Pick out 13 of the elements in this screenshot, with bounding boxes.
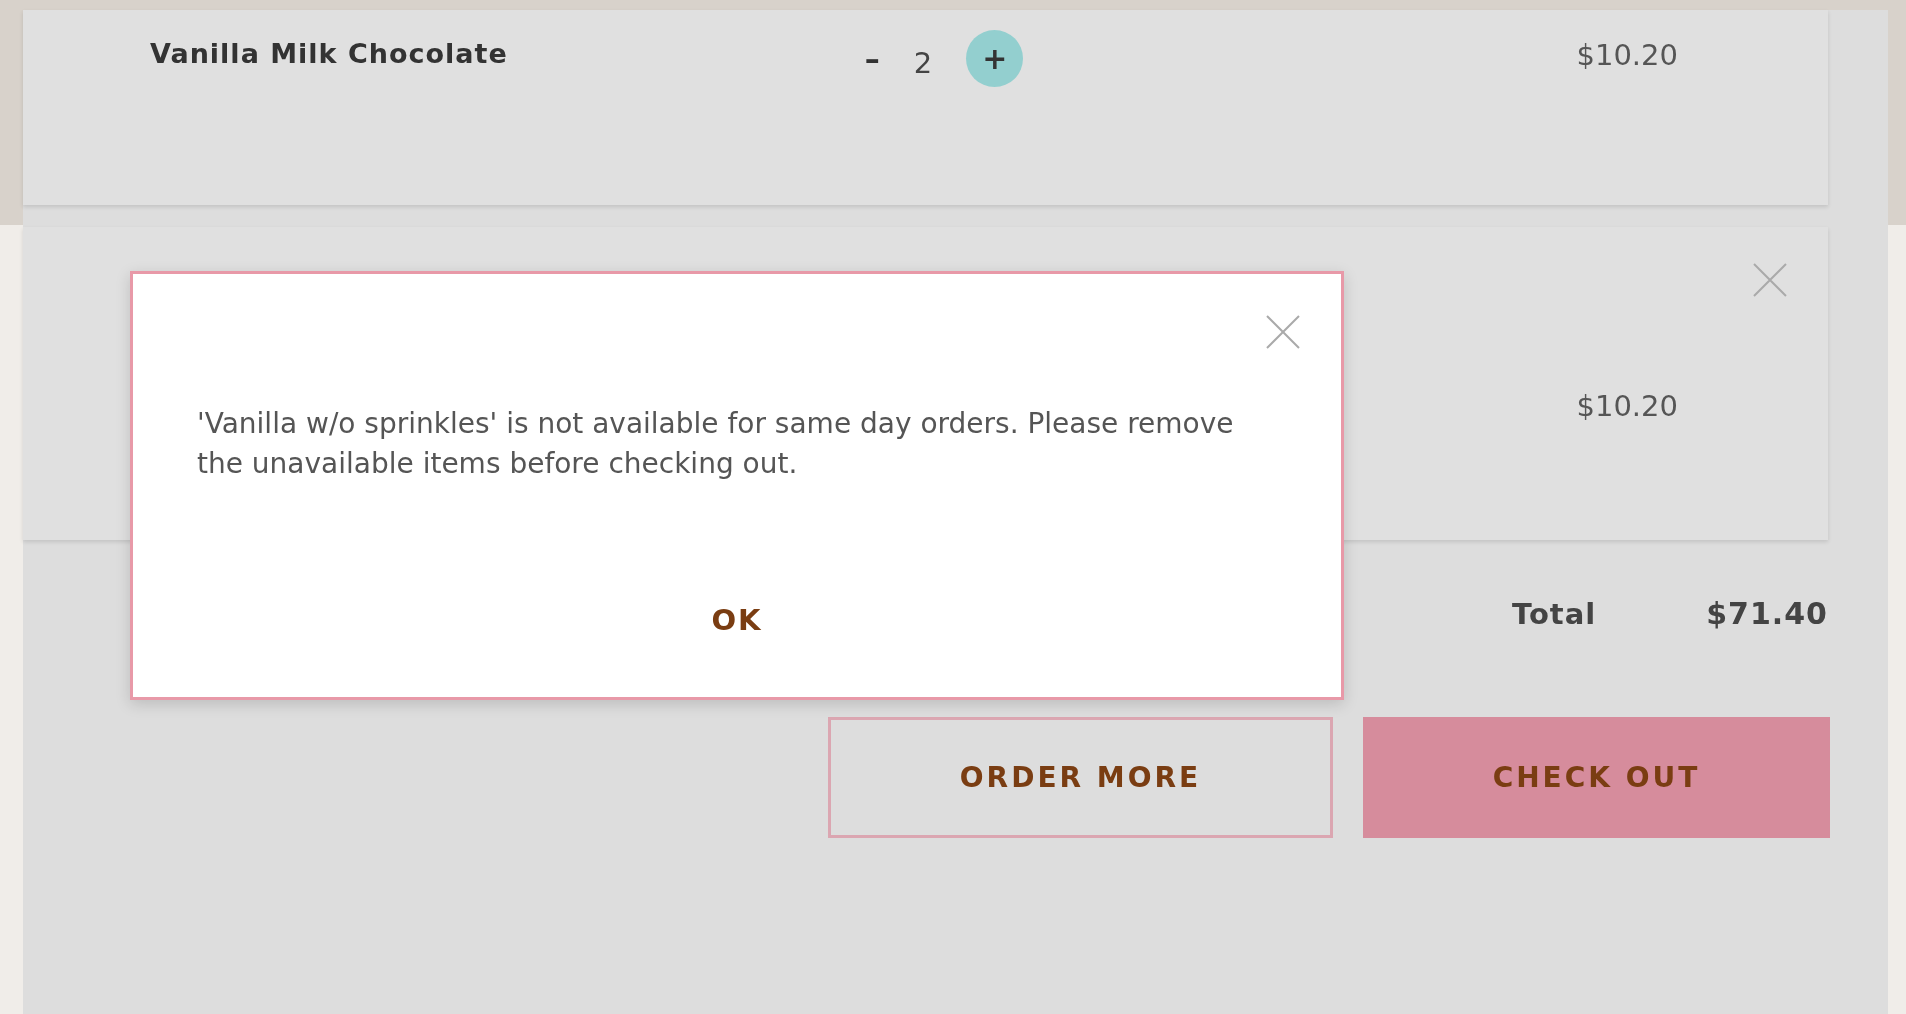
- dialog-message: 'Vanilla w/o sprinkles' is not available for same day orders. Please remove the unavailable items before checking out.: [197, 406, 1235, 482]
- remove-icon[interactable]: [1752, 262, 1788, 298]
- item-price: $10.20: [1576, 389, 1678, 423]
- close-icon[interactable]: [1265, 314, 1301, 350]
- item-name: Vanilla Milk Chocolate: [150, 38, 508, 69]
- ok-button[interactable]: OK: [701, 599, 773, 641]
- item-price: $10.20: [1576, 38, 1678, 72]
- decrease-button[interactable]: –: [864, 30, 880, 87]
- total-label: Total: [1512, 596, 1597, 631]
- order-more-button[interactable]: ORDER MORE: [828, 717, 1333, 838]
- increase-button[interactable]: +: [966, 30, 1024, 87]
- quantity-value: 2: [913, 45, 933, 80]
- total-amount: $71.40: [1706, 596, 1828, 631]
